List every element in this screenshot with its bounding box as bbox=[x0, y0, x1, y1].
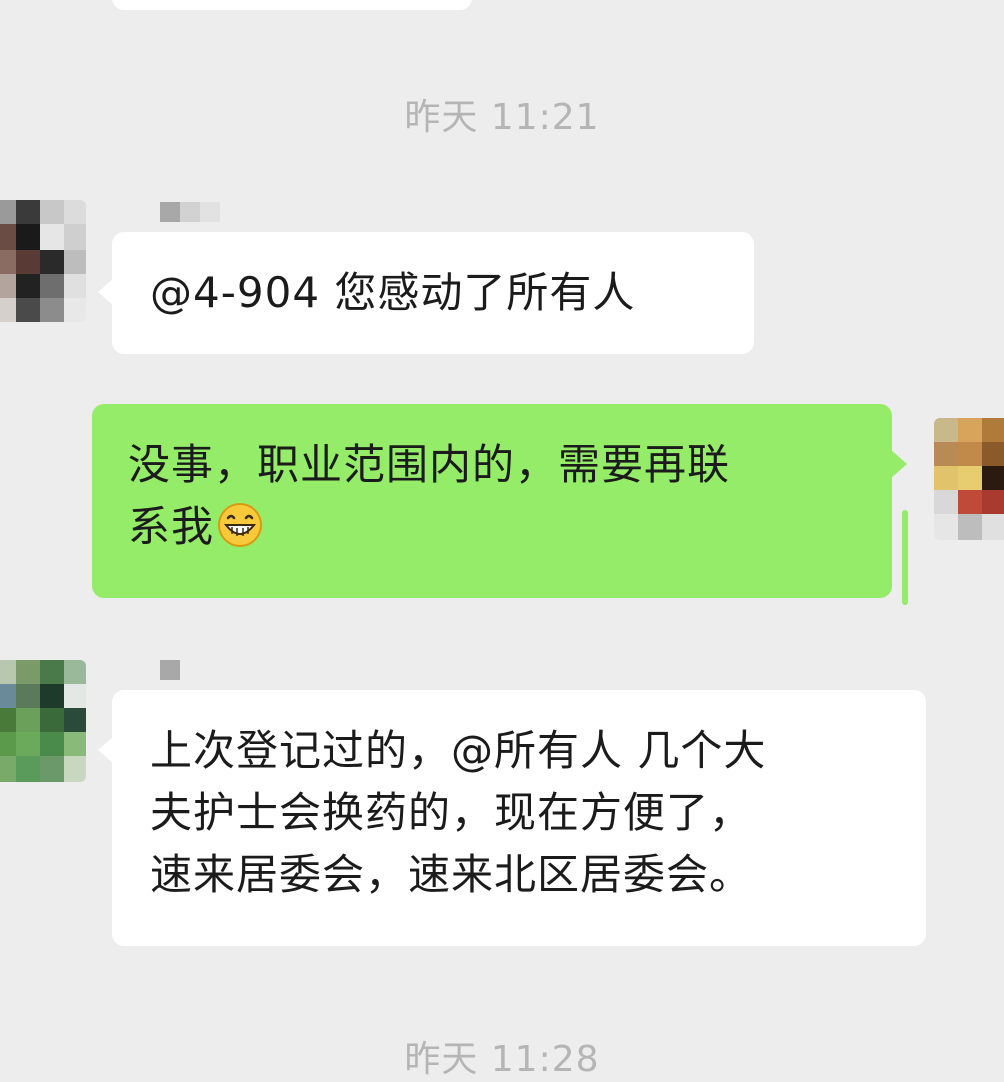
sender-avatar[interactable] bbox=[0, 660, 86, 782]
previous-message-bubble[interactable] bbox=[112, 0, 472, 10]
message-text-line: 夫护士会换药的，现在方便了， bbox=[150, 788, 753, 837]
bubble-tail bbox=[98, 278, 114, 306]
message-text-line: 没事，职业范围内的，需要再联 bbox=[128, 440, 731, 489]
sender-avatar[interactable] bbox=[0, 200, 86, 322]
message-text-line: 上次登记过的，@所有人 几个大 bbox=[150, 726, 767, 775]
bubble-tail bbox=[891, 450, 907, 478]
message-bubble[interactable]: 上次登记过的，@所有人 几个大 夫护士会换药的，现在方便了， 速来居委会，速来北… bbox=[98, 690, 926, 946]
message-bubble[interactable]: @4-904 您感动了所有人 bbox=[98, 232, 754, 354]
message-text-line: 速来居委会，速来北区居委会。 bbox=[150, 850, 753, 899]
message-text: @4-904 您感动了所有人 bbox=[150, 268, 636, 317]
self-avatar[interactable] bbox=[934, 418, 1004, 540]
sender-name-redacted bbox=[160, 660, 180, 680]
grinning-face-emoji-icon bbox=[218, 503, 263, 547]
timestamp: 昨天 11:21 bbox=[404, 97, 600, 138]
message-bubble-self[interactable]: 没事，职业范围内的，需要再联 系我 bbox=[92, 404, 907, 598]
read-indicator bbox=[902, 510, 908, 605]
timestamp: 昨天 11:28 bbox=[404, 1039, 600, 1080]
sender-name-redacted bbox=[160, 202, 180, 222]
message-text-line: 系我 bbox=[128, 496, 856, 558]
sender-name-redacted bbox=[180, 202, 200, 222]
bubble-tail bbox=[98, 736, 114, 764]
sender-name-redacted bbox=[200, 202, 220, 222]
